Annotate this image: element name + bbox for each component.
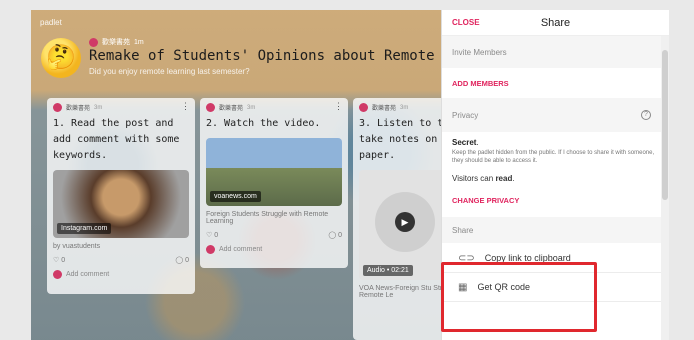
highlight-box	[441, 262, 597, 332]
help-icon[interactable]: ?	[641, 110, 651, 120]
post-caption: by vuastudents	[53, 243, 101, 250]
privacy-settings: Secret. Keep the padlet hidden from the …	[442, 132, 669, 183]
audio-badge: Audio • 02:21	[363, 265, 413, 276]
post-time: 3m	[400, 104, 409, 111]
post-meta: 歡樂書苑 3m	[47, 98, 195, 112]
share-heading: Share	[442, 217, 669, 243]
comment-count[interactable]: ◯ 0	[175, 256, 189, 264]
invite-members-heading: Invite Members	[442, 36, 669, 68]
board-time: 1m	[134, 38, 144, 46]
more-options-icon[interactable]: ⋮	[181, 101, 190, 112]
post-meta: 歡樂書苑 3m	[200, 98, 348, 112]
post-reactions: ♡ 0 ◯ 0	[47, 253, 195, 267]
add-comment-label: Add comment	[219, 246, 263, 253]
add-comment[interactable]: Add comment	[47, 267, 195, 287]
source-badge: voanews.com	[210, 191, 261, 202]
video-thumbnail[interactable]: voanews.com	[206, 138, 342, 206]
avatar	[89, 37, 98, 47]
link-badge: Instagram.com	[57, 223, 112, 234]
like-button[interactable]: ♡ 0	[206, 231, 218, 239]
privacy-description: Keep the padlet hidden from the public. …	[452, 150, 655, 164]
panel-scrollbar[interactable]	[661, 36, 669, 340]
page-subtitle: Did you enjoy remote learning last semes…	[89, 67, 250, 76]
post-time: 3m	[94, 104, 103, 111]
privacy-level: Secret.	[452, 138, 479, 147]
panel-title: Share	[540, 16, 571, 29]
post-card[interactable]: 歡樂書苑 3m ⋮ 1. Read the post and add comme…	[47, 98, 195, 294]
avatar	[206, 103, 215, 112]
add-comment-label: Add comment	[66, 271, 110, 278]
padlet-board: padlet 🤔 歡樂書苑 1m Remake of Students' Opi…	[31, 10, 501, 340]
add-comment[interactable]: Add comment	[200, 242, 348, 262]
change-privacy-button[interactable]: CHANGE PRIVACY	[442, 196, 529, 205]
post-author: 歡樂書苑	[219, 106, 244, 112]
add-members-button[interactable]: ADD MEMBERS	[442, 79, 519, 88]
avatar	[359, 103, 368, 112]
post-image[interactable]: Instagram.com	[53, 170, 189, 238]
post-reactions: ♡ 0 ◯ 0	[200, 228, 348, 242]
post-title: 2. Watch the video.	[206, 118, 321, 129]
panel-header: CLOSE Share	[442, 10, 669, 36]
thinking-face-icon: 🤔	[41, 38, 81, 78]
visitor-permission: Visitors can read.	[452, 174, 515, 183]
avatar	[206, 245, 215, 254]
post-title: 1. Read the post and add comment with so…	[53, 118, 180, 161]
board-author: 歡樂書苑 1m	[89, 37, 144, 47]
post-time: 3m	[247, 104, 256, 111]
post-card[interactable]: 歡樂書苑 3m ⋮ 2. Watch the video. voanews.co…	[200, 98, 348, 268]
scrollbar-thumb[interactable]	[662, 50, 668, 200]
avatar	[53, 270, 62, 279]
more-options-icon[interactable]: ⋮	[334, 101, 343, 112]
comment-count[interactable]: ◯ 0	[328, 231, 342, 239]
board-author-name: 歡樂書苑	[102, 39, 130, 46]
page-title: Remake of Students' Opinions about Remot…	[89, 48, 494, 64]
post-caption: Foreign Students Struggle with Remote Le…	[206, 211, 329, 225]
post-author: 歡樂書苑	[372, 106, 397, 112]
brand-logo: padlet	[40, 18, 62, 27]
like-button[interactable]: ♡ 0	[53, 256, 65, 264]
post-author: 歡樂書苑	[66, 106, 91, 112]
play-icon[interactable]: ▶	[395, 212, 415, 232]
privacy-heading: Privacy ?	[442, 98, 669, 132]
avatar	[53, 103, 62, 112]
